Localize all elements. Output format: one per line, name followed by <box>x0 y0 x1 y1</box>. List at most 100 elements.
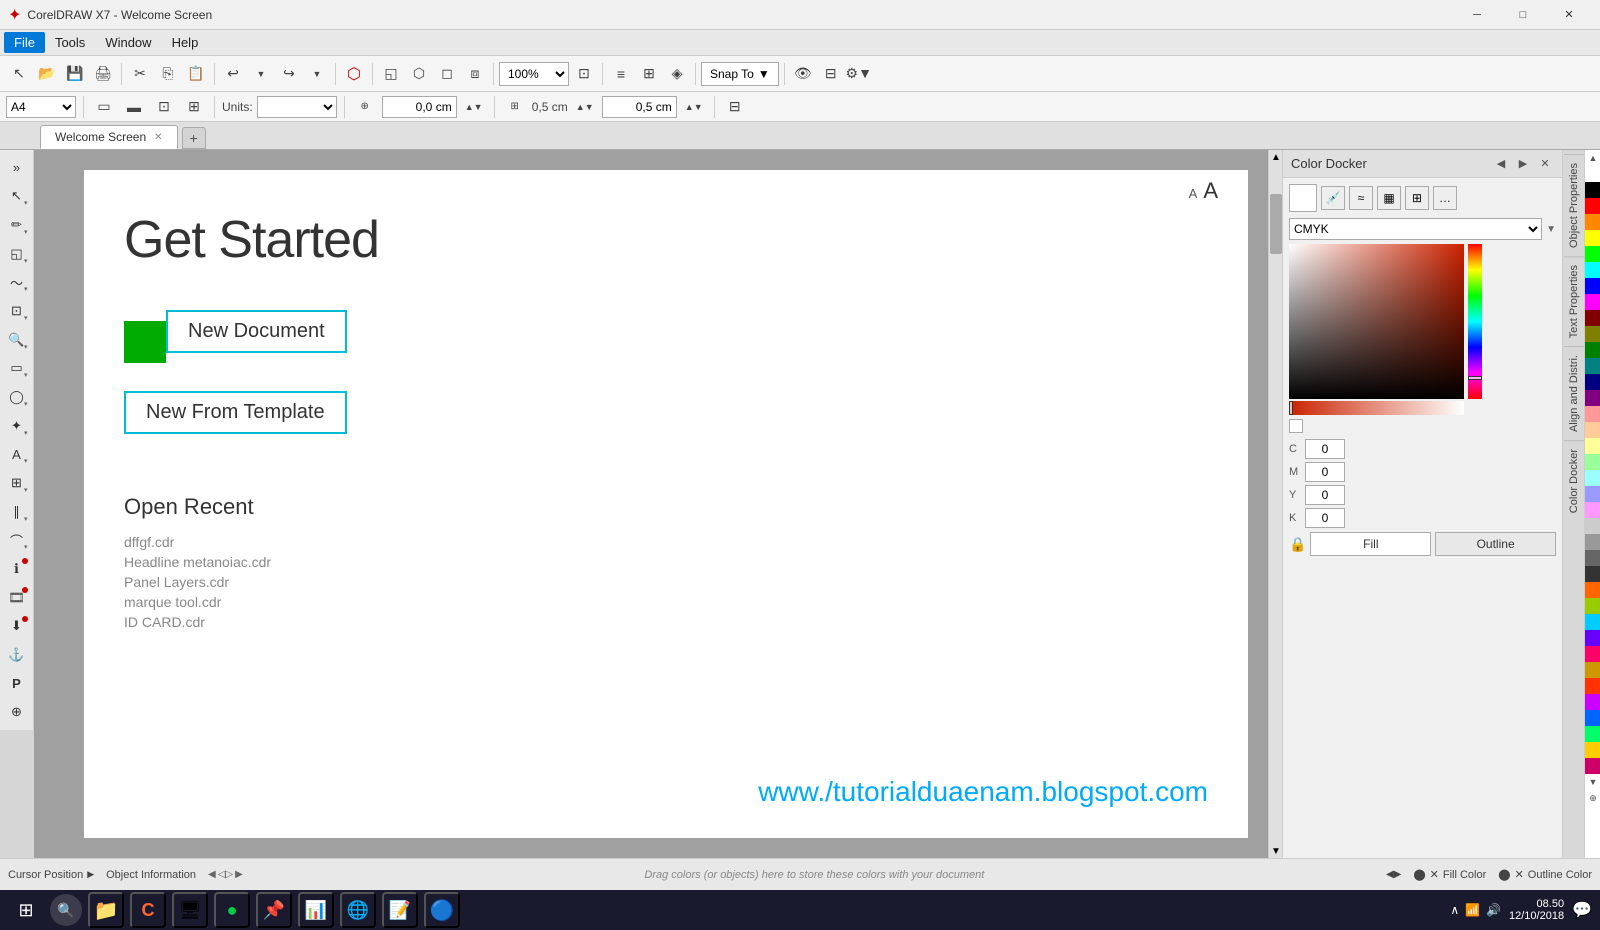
menu-tools[interactable]: Tools <box>45 32 95 53</box>
tool-anchor[interactable]: ⚓ <box>3 641 31 669</box>
zoom-fit-btn[interactable]: ⊡ <box>571 61 597 87</box>
tb-btn-3[interactable]: ◻ <box>434 61 460 87</box>
h-scroll-left[interactable]: ◀ <box>208 869 216 880</box>
palette-color-swatch[interactable] <box>1585 710 1600 726</box>
palette-color-swatch[interactable] <box>1585 166 1600 182</box>
palette-color-swatch[interactable] <box>1585 262 1600 278</box>
copy-btn[interactable]: ⎘ <box>155 61 181 87</box>
palette-nav-up[interactable]: ▲ <box>1585 150 1600 166</box>
text-properties-tab[interactable]: Text Properties <box>1564 256 1584 346</box>
tab-welcome[interactable]: Welcome Screen ✕ <box>40 125 178 149</box>
color-swatches-btn[interactable]: ⊞ <box>1405 186 1429 210</box>
layout-btn[interactable]: ⊟ <box>818 61 844 87</box>
scroll-up-btn[interactable]: ▲ <box>1269 150 1283 164</box>
page-settings-btn[interactable]: ⊡ <box>151 94 177 120</box>
open-btn[interactable]: 📂 <box>34 61 60 87</box>
tool-table[interactable]: ⊞▾ <box>3 469 31 497</box>
tb-btn-4[interactable]: ⧈ <box>462 61 488 87</box>
palette-color-swatch[interactable] <box>1585 390 1600 406</box>
snap-to-btn[interactable]: Snap To ▼ <box>701 62 779 86</box>
palette-color-swatch[interactable] <box>1585 294 1600 310</box>
palette-color-swatch[interactable] <box>1585 422 1600 438</box>
page-orient-landscape[interactable]: ▬ <box>121 94 147 120</box>
tab-add-button[interactable]: + <box>182 127 206 149</box>
fill-button[interactable]: Fill <box>1310 532 1431 556</box>
palette-color-swatch[interactable] <box>1585 358 1600 374</box>
palette-color-swatch[interactable] <box>1585 278 1600 294</box>
palette-color-swatch[interactable] <box>1585 758 1600 774</box>
cut-btn[interactable]: ✂ <box>127 61 153 87</box>
recent-file-item[interactable]: ID CARD.cdr <box>124 614 1248 630</box>
color-gradient-field[interactable] <box>1289 244 1464 399</box>
align-distribute-tab[interactable]: Align and Distri. <box>1564 346 1584 440</box>
y-coord-input[interactable] <box>602 96 677 118</box>
tool-select[interactable]: ↖▾ <box>3 183 31 211</box>
print-btn[interactable]: 🖨 <box>90 61 116 87</box>
scroll-down-btn[interactable]: ▼ <box>1269 844 1283 858</box>
menu-file[interactable]: File <box>4 32 45 53</box>
color-palette-btn[interactable]: ▦ <box>1377 186 1401 210</box>
palette-color-swatch[interactable] <box>1585 598 1600 614</box>
page-size-select[interactable]: A4 <box>6 96 76 118</box>
scroll-thumb[interactable] <box>1270 194 1282 254</box>
start-button[interactable]: ⊞ <box>8 892 44 928</box>
close-button[interactable]: ✕ <box>1546 0 1592 30</box>
tool-shape[interactable]: ◱▾ <box>3 240 31 268</box>
cmyk-c-input[interactable] <box>1305 439 1345 459</box>
tool-parallel[interactable]: ∥▾ <box>3 498 31 526</box>
tool-connector[interactable]: ⌒▾ <box>3 527 31 555</box>
view-btn-1[interactable]: ≡ <box>608 61 634 87</box>
color-lightness-bar[interactable] <box>1289 401 1464 415</box>
palette-color-swatch[interactable] <box>1585 646 1600 662</box>
notification-btn[interactable]: 💬 <box>1572 900 1592 920</box>
transform-btn[interactable]: ⊟ <box>722 94 748 120</box>
taskbar-powerpoint[interactable]: 📊 <box>298 892 334 928</box>
view-btn-2[interactable]: ⊞ <box>636 61 662 87</box>
color-model-select[interactable]: CMYK RGB HSB Lab <box>1289 218 1542 240</box>
palette-color-swatch[interactable] <box>1585 406 1600 422</box>
palette-nav-down[interactable]: ▼ <box>1585 774 1600 790</box>
eyedropper-btn[interactable]: 💉 <box>1321 186 1345 210</box>
palette-color-swatch[interactable] <box>1585 566 1600 582</box>
size-h-btn[interactable]: ▲▼ <box>681 94 707 120</box>
new-document-play-icon[interactable] <box>124 321 166 363</box>
page-orient-portrait[interactable]: ▭ <box>91 94 117 120</box>
palette-color-swatch[interactable] <box>1585 662 1600 678</box>
palette-color-swatch[interactable] <box>1585 374 1600 390</box>
docker-navigate-left[interactable]: ◀ <box>1492 155 1510 173</box>
x-coord-input[interactable] <box>382 96 457 118</box>
taskbar-browser[interactable]: 🌐 <box>340 892 376 928</box>
size-lock-btn[interactable]: ⊞ <box>502 94 528 120</box>
tool-text[interactable]: A▾ <box>3 441 31 469</box>
color-mixer-btn[interactable]: ≈ <box>1349 186 1373 210</box>
palette-color-swatch[interactable] <box>1585 694 1600 710</box>
tool-zoom[interactable]: 🔍▾ <box>3 326 31 354</box>
taskbar-corel-app[interactable]: C <box>130 892 166 928</box>
palette-color-swatch[interactable] <box>1585 454 1600 470</box>
outline-button[interactable]: Outline <box>1435 532 1556 556</box>
palette-color-swatch[interactable] <box>1585 742 1600 758</box>
tool-film[interactable]: 🎞 <box>3 584 31 612</box>
tool-polygon[interactable]: ✦▾ <box>3 412 31 440</box>
current-color-swatch[interactable] <box>1289 184 1317 212</box>
tool-smear[interactable]: 〜▾ <box>3 269 31 297</box>
palette-color-swatch[interactable] <box>1585 550 1600 566</box>
taskbar-file-explorer[interactable]: 📁 <box>88 892 124 928</box>
palette-color-swatch[interactable] <box>1585 230 1600 246</box>
color-more-btn[interactable]: … <box>1433 186 1457 210</box>
vertical-scrollbar[interactable]: ▲ ▼ <box>1268 150 1282 858</box>
tray-up-icon[interactable]: ∧ <box>1450 903 1459 917</box>
palette-color-swatch[interactable] <box>1585 326 1600 342</box>
palette-color-swatch[interactable] <box>1585 470 1600 486</box>
tb-btn-1[interactable]: ◱ <box>378 61 404 87</box>
taskbar-app5[interactable]: 📌 <box>256 892 292 928</box>
units-select[interactable]: cm mm inches <box>257 96 337 118</box>
color-hue-slider[interactable] <box>1468 244 1482 399</box>
redo-dropdown[interactable]: ▼ <box>304 61 330 87</box>
cmyk-m-input[interactable] <box>1305 462 1345 482</box>
color-checkbox[interactable] <box>1289 419 1303 433</box>
menu-window[interactable]: Window <box>95 32 161 53</box>
size-up-btn[interactable]: ▲▼ <box>572 94 598 120</box>
tool-freehand[interactable]: ✏▾ <box>3 211 31 239</box>
palette-color-swatch[interactable] <box>1585 198 1600 214</box>
